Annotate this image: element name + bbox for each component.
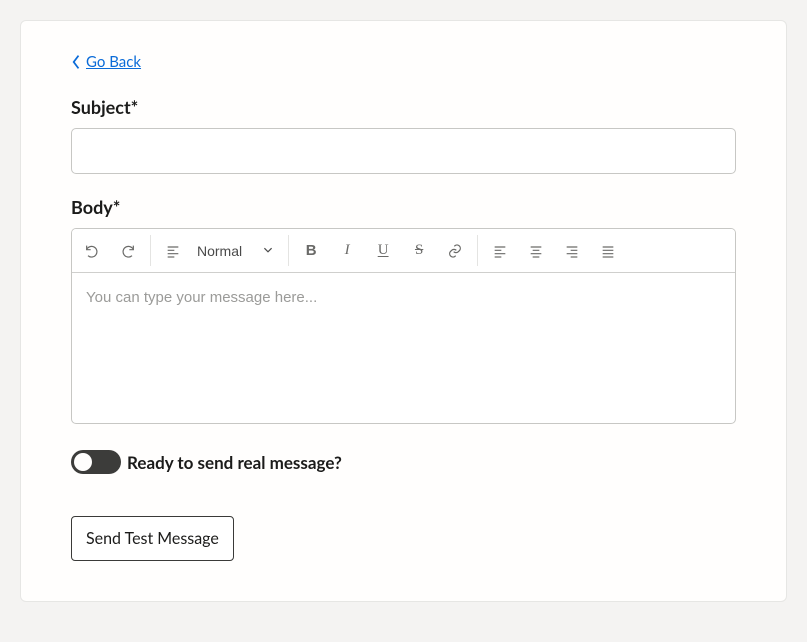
italic-button[interactable]: I <box>329 229 365 272</box>
toggle-knob <box>74 453 92 471</box>
send-test-button[interactable]: Send Test Message <box>71 516 234 561</box>
toolbar-separator <box>288 235 289 266</box>
ready-toggle-row: Ready to send real message? <box>71 450 736 474</box>
go-back-link[interactable]: Go Back <box>71 53 141 71</box>
underline-button[interactable]: U <box>365 229 401 272</box>
body-label: Body* <box>71 196 736 218</box>
chevron-left-icon <box>71 54 82 70</box>
align-justify-icon[interactable] <box>590 229 626 272</box>
subject-label: Subject* <box>71 96 736 118</box>
compose-card: Go Back Subject* Body* <box>20 20 787 602</box>
align-right-icon[interactable] <box>554 229 590 272</box>
align-left-icon[interactable] <box>155 229 191 272</box>
ready-toggle-label: Ready to send real message? <box>127 452 342 473</box>
subject-input[interactable] <box>71 128 736 174</box>
redo-icon[interactable] <box>110 229 146 272</box>
bold-button[interactable]: B <box>293 229 329 272</box>
heading-select[interactable]: Normal <box>191 229 284 272</box>
toolbar-separator <box>477 235 478 266</box>
heading-value: Normal <box>197 243 242 259</box>
ready-toggle[interactable] <box>71 450 121 474</box>
editor-toolbar: Normal B I U S <box>72 229 735 273</box>
toolbar-separator <box>150 235 151 266</box>
body-input[interactable]: You can type your message here... <box>72 273 735 423</box>
link-icon[interactable] <box>437 229 473 272</box>
go-back-label: Go Back <box>86 53 141 71</box>
align-center-icon[interactable] <box>518 229 554 272</box>
chevron-down-icon <box>262 243 274 259</box>
align-left-icon[interactable] <box>482 229 518 272</box>
undo-icon[interactable] <box>74 229 110 272</box>
strike-button[interactable]: S <box>401 229 437 272</box>
rich-text-editor: Normal B I U S <box>71 228 736 424</box>
